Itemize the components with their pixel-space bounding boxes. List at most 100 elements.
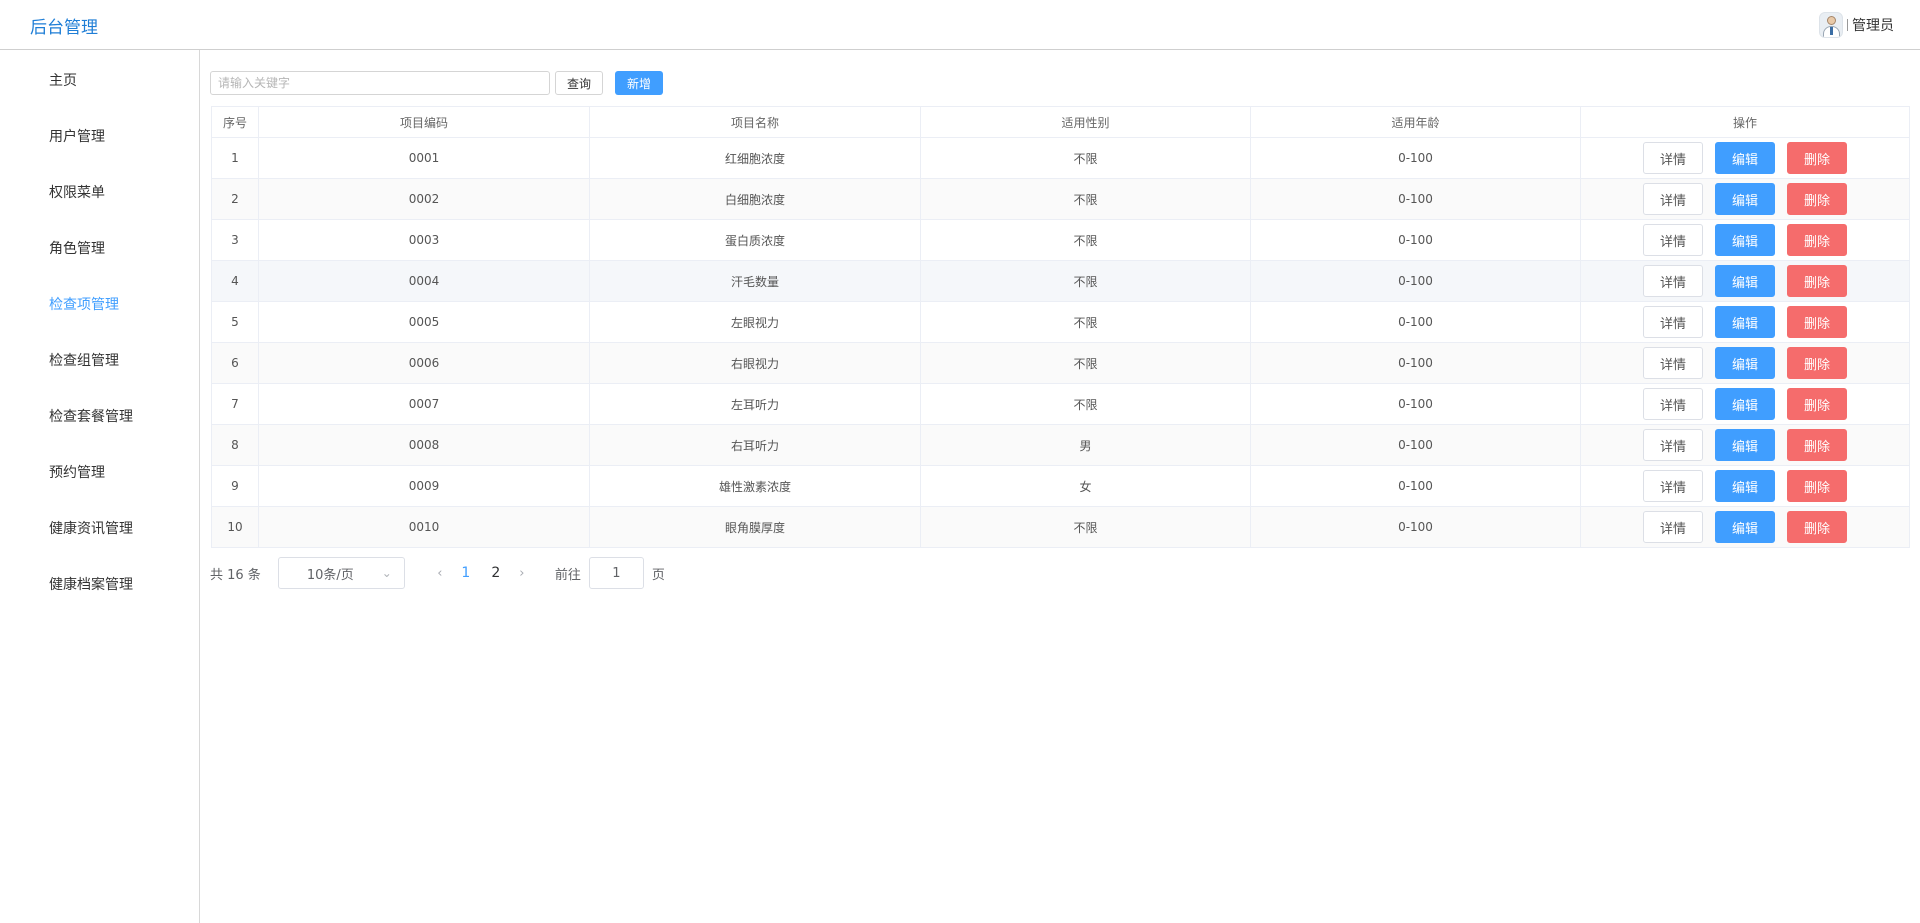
detail-button[interactable]: 详情: [1643, 470, 1703, 502]
table-row[interactable]: 9 0009 雄性激素浓度女 0-100 详情 编辑 删除: [211, 465, 1910, 507]
sidebar-item-health-records[interactable]: 健康档案管理: [49, 574, 133, 594]
edit-button[interactable]: 编辑: [1715, 511, 1775, 543]
sidebar-item-roles[interactable]: 角色管理: [49, 238, 105, 258]
cell-actions: 详情 编辑 删除: [1580, 137, 1910, 179]
edit-button[interactable]: 编辑: [1715, 470, 1775, 502]
chevron-right-icon[interactable]: ›: [511, 566, 533, 581]
delete-button[interactable]: 删除: [1787, 224, 1847, 256]
add-button[interactable]: 新增: [615, 71, 663, 95]
edit-button[interactable]: 编辑: [1715, 183, 1775, 215]
detail-button[interactable]: 详情: [1643, 183, 1703, 215]
column-header-actions: 操作: [1580, 106, 1910, 138]
cell-code: 0004: [258, 260, 590, 302]
delete-button[interactable]: 删除: [1787, 429, 1847, 461]
sidebar-item-users[interactable]: 用户管理: [49, 126, 105, 146]
cell-index: 5: [211, 301, 259, 343]
table-row[interactable]: 5 0005 左眼视力 不限 0-100 详情 编辑 删除: [211, 301, 1910, 343]
user-menu[interactable]: 管理员: [1819, 12, 1894, 38]
cell-name: 左眼视力: [589, 301, 921, 343]
cell-index: 3: [211, 219, 259, 261]
sidebar-item-check-items[interactable]: 检查项管理: [49, 294, 119, 314]
page-number-1[interactable]: 1: [451, 565, 481, 581]
chevron-left-icon[interactable]: ‹: [429, 566, 451, 581]
search-input[interactable]: [210, 71, 550, 95]
cell-gender: 不限: [920, 342, 1251, 384]
edit-button[interactable]: 编辑: [1715, 306, 1775, 338]
detail-button[interactable]: 详情: [1643, 224, 1703, 256]
detail-button[interactable]: 详情: [1643, 347, 1703, 379]
cell-gender: 不限: [920, 219, 1251, 261]
query-button[interactable]: 查询: [555, 71, 603, 95]
table-row[interactable]: 8 0008 右耳听力男 0-100 详情 编辑 删除: [211, 424, 1910, 466]
cell-actions: 详情 编辑 删除: [1580, 465, 1910, 507]
cell-age: 0-100: [1250, 137, 1581, 179]
edit-button[interactable]: 编辑: [1715, 429, 1775, 461]
delete-button[interactable]: 删除: [1787, 470, 1847, 502]
table-row[interactable]: 3 0003 蛋白质浓度 不限 0-100 详情 编辑 删除: [211, 219, 1910, 261]
detail-button[interactable]: 详情: [1643, 429, 1703, 461]
cell-index: 10: [211, 506, 259, 548]
column-header-index[interactable]: 序号: [211, 106, 259, 138]
cell-actions: 详情 编辑 删除: [1580, 383, 1910, 425]
delete-button[interactable]: 删除: [1787, 265, 1847, 297]
cell-age: 0-100: [1250, 506, 1581, 548]
edit-button[interactable]: 编辑: [1715, 388, 1775, 420]
app-title[interactable]: 后台管理: [30, 13, 98, 38]
table-header-row: 序号 项目编码 项目名称 适用性别 适用年龄 操作: [211, 106, 1910, 138]
detail-button[interactable]: 详情: [1643, 142, 1703, 174]
table-row[interactable]: 6 0006 右眼视力 不限 0-100 详情 编辑 删除: [211, 342, 1910, 384]
table-row[interactable]: 2 0002 白细胞浓度 不限 0-100 详情 编辑 删除: [211, 178, 1910, 220]
row-actions: 详情 编辑 删除: [1581, 224, 1909, 256]
edit-button[interactable]: 编辑: [1715, 347, 1775, 379]
sidebar-item-permissions[interactable]: 权限菜单: [49, 182, 105, 202]
sidebar-item-home[interactable]: 主页: [49, 70, 77, 90]
edit-button[interactable]: 编辑: [1715, 224, 1775, 256]
cell-name: 汗毛数量: [589, 260, 921, 302]
column-header-gender[interactable]: 适用性别: [920, 106, 1251, 138]
cell-name: 蛋白质浓度: [589, 219, 921, 261]
cell-code: 0006: [258, 342, 590, 384]
sidebar-item-check-packages[interactable]: 检查套餐管理: [49, 406, 133, 426]
delete-button[interactable]: 删除: [1787, 183, 1847, 215]
page-unit-label: 页: [651, 567, 665, 583]
detail-button[interactable]: 详情: [1643, 511, 1703, 543]
delete-button[interactable]: 删除: [1787, 511, 1847, 543]
column-header-code[interactable]: 项目编码: [258, 106, 590, 138]
page-size-value: 10条/页: [306, 567, 354, 583]
row-actions: 详情 编辑 删除: [1581, 429, 1909, 461]
cell-gender: 不限: [920, 260, 1251, 302]
table-row[interactable]: 4 0004 汗毛数量 不限 0-100 详情 编辑 删除: [211, 260, 1910, 302]
sidebar-item-check-groups[interactable]: 检查组管理: [49, 350, 119, 370]
cell-gender: 女: [920, 465, 1251, 507]
doctor-avatar-icon[interactable]: [1819, 12, 1843, 38]
cell-age: 0-100: [1250, 424, 1581, 466]
sidebar-item-health-news[interactable]: 健康资讯管理: [49, 518, 133, 538]
table-row[interactable]: 7 0007 左耳听力 不限 0-100 详情 编辑 删除: [211, 383, 1910, 425]
table-row[interactable]: 1 0001 红细胞浓度 不限 0-100 详情 编辑 删除: [211, 137, 1910, 179]
page-size-select[interactable]: 10条/页 ⌄: [277, 557, 405, 589]
delete-button[interactable]: 删除: [1787, 306, 1847, 338]
delete-button[interactable]: 删除: [1787, 347, 1847, 379]
check-items-table: 序号 项目编码 项目名称 适用性别 适用年龄 操作 1 0001 红细胞浓度 不限 0-…: [211, 106, 1910, 548]
detail-button[interactable]: 详情: [1643, 306, 1703, 338]
row-actions: 详情 编辑 删除: [1581, 265, 1909, 297]
goto-page-input[interactable]: [588, 557, 644, 589]
delete-button[interactable]: 删除: [1787, 388, 1847, 420]
row-actions: 详情 编辑 删除: [1581, 511, 1909, 543]
detail-button[interactable]: 详情: [1643, 265, 1703, 297]
cell-gender: 不限: [920, 137, 1251, 179]
cell-name: 白细胞浓度: [589, 178, 921, 220]
edit-button[interactable]: 编辑: [1715, 265, 1775, 297]
sidebar-item-appointments[interactable]: 预约管理: [49, 462, 105, 482]
delete-button[interactable]: 删除: [1787, 142, 1847, 174]
cell-age: 0-100: [1250, 465, 1581, 507]
detail-button[interactable]: 详情: [1643, 388, 1703, 420]
cell-index: 1: [211, 137, 259, 179]
table-row[interactable]: 10 0010 眼角膜厚度 不限 0-100 详情 编辑 删除: [211, 506, 1910, 548]
user-name[interactable]: 管理员: [1852, 15, 1894, 35]
column-header-name[interactable]: 项目名称: [589, 106, 921, 138]
cell-gender: 男: [920, 424, 1251, 466]
column-header-age[interactable]: 适用年龄: [1250, 106, 1581, 138]
page-number-2[interactable]: 2: [481, 565, 511, 581]
edit-button[interactable]: 编辑: [1715, 142, 1775, 174]
